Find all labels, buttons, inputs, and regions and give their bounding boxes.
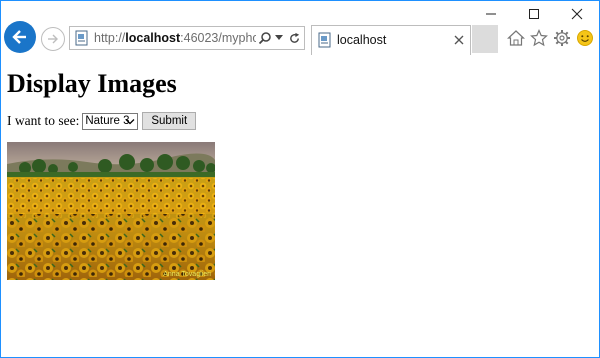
tab-title: localhost (337, 33, 387, 47)
feedback-button[interactable] (575, 28, 595, 48)
image-select-value: Nature 3 (85, 115, 130, 127)
tab-close-button[interactable] (452, 33, 466, 47)
chevron-down-icon (125, 118, 135, 124)
address-bar[interactable]: http://localhost:46023/myphotos (69, 26, 305, 50)
address-dropdown-button[interactable] (274, 30, 284, 46)
search-icon (258, 32, 271, 45)
close-window-button[interactable] (557, 5, 597, 23)
maximize-icon (529, 9, 539, 19)
arrow-right-icon (48, 34, 58, 44)
back-button[interactable] (4, 21, 36, 53)
home-icon (507, 30, 525, 46)
gear-icon (554, 30, 570, 46)
home-button[interactable] (506, 28, 526, 48)
image-select[interactable]: Nature 3 (82, 112, 139, 130)
browser-chrome: http://localhost:46023/myphotos (1, 1, 599, 59)
new-tab-button[interactable] (472, 25, 498, 53)
minimize-icon (486, 13, 496, 15)
refresh-button[interactable] (286, 30, 302, 46)
page-icon (75, 30, 88, 46)
browser-window: http://localhost:46023/myphotos (0, 0, 600, 358)
page-title: Display Images (7, 69, 177, 98)
close-icon (454, 35, 464, 45)
favorites-button[interactable] (529, 28, 549, 48)
chevron-down-icon (275, 35, 283, 40)
page-content: Display Images I want to see: Nature 3 S… (7, 59, 599, 357)
address-url[interactable]: http://localhost:46023/myphotos (94, 31, 256, 45)
tab-localhost[interactable]: localhost (311, 25, 471, 55)
close-icon (571, 8, 583, 20)
image-select-form: I want to see: Nature 3 Submit (7, 112, 197, 130)
refresh-icon (289, 32, 299, 43)
forward-button[interactable] (41, 27, 65, 51)
sunflower-field-image: Anna Tovaglieri (7, 142, 215, 280)
select-label: I want to see: (7, 113, 80, 128)
settings-button[interactable] (552, 28, 572, 48)
page-icon (318, 32, 331, 48)
minimize-button[interactable] (471, 5, 511, 23)
smiley-icon (577, 30, 593, 46)
search-button[interactable] (258, 30, 272, 46)
star-icon (530, 29, 548, 47)
submit-button[interactable]: Submit (142, 112, 197, 130)
arrow-left-icon (12, 30, 26, 44)
photo-watermark: Anna Tovaglieri (163, 271, 211, 278)
sunflower-field-photo: Anna Tovaglieri (7, 142, 215, 280)
maximize-button[interactable] (514, 5, 554, 23)
